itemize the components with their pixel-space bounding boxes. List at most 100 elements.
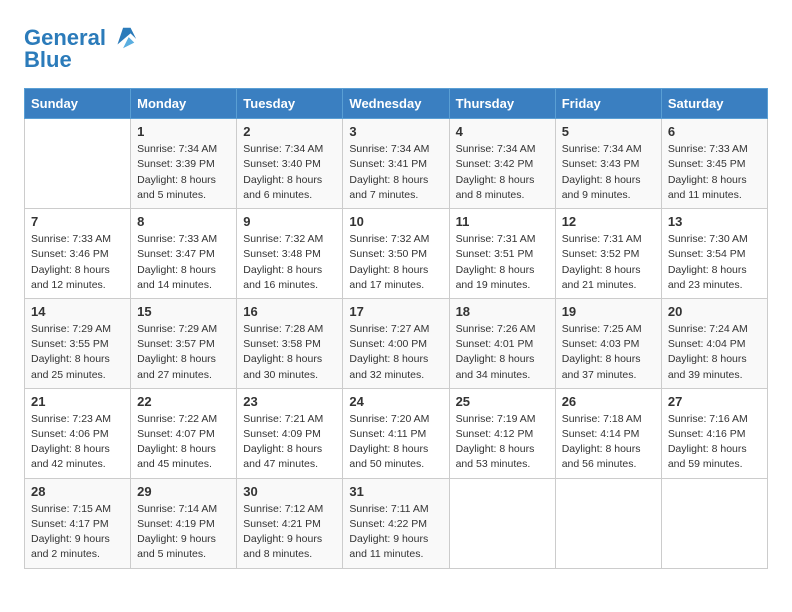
calendar-cell: 31 Sunrise: 7:11 AMSunset: 4:22 PMDayligh… — [343, 478, 449, 568]
day-number: 31 — [349, 484, 442, 499]
day-info: Sunrise: 7:11 AMSunset: 4:22 PMDaylight:… — [349, 502, 442, 563]
header: General Blue — [24, 20, 768, 72]
day-number: 19 — [562, 304, 655, 319]
day-info: Sunrise: 7:26 AMSunset: 4:01 PMDaylight:… — [456, 322, 549, 383]
calendar-week-row: 7 Sunrise: 7:33 AMSunset: 3:46 PMDaylight… — [25, 209, 768, 299]
day-number: 21 — [31, 394, 124, 409]
day-number: 29 — [137, 484, 230, 499]
day-info: Sunrise: 7:34 AMSunset: 3:43 PMDaylight:… — [562, 142, 655, 203]
calendar-cell: 18Sunrise: 7:26 AMSunset: 4:01 PMDayligh… — [449, 298, 555, 388]
day-number: 27 — [668, 394, 761, 409]
calendar-cell: 12Sunrise: 7:31 AMSunset: 3:52 PMDayligh… — [555, 209, 661, 299]
calendar-week-row: 28 Sunrise: 7:15 AMSunset: 4:17 PMDayligh… — [25, 478, 768, 568]
day-number: 13 — [668, 214, 761, 229]
day-info: Sunrise: 7:29 AMSunset: 3:57 PMDaylight:… — [137, 322, 230, 383]
day-number: 2 — [243, 124, 336, 139]
day-info: Sunrise: 7:27 AMSunset: 4:00 PMDaylight:… — [349, 322, 442, 383]
day-info: Sunrise: 7:18 AMSunset: 4:14 PMDaylight:… — [562, 412, 655, 473]
day-number: 3 — [349, 124, 442, 139]
day-number: 4 — [456, 124, 549, 139]
calendar-cell: 30 Sunrise: 7:12 AMSunset: 4:21 PMDayligh… — [237, 478, 343, 568]
day-number: 26 — [562, 394, 655, 409]
calendar-cell: 17 Sunrise: 7:27 AMSunset: 4:00 PMDayligh… — [343, 298, 449, 388]
calendar-cell: 3 Sunrise: 7:34 AMSunset: 3:41 PMDaylight… — [343, 119, 449, 209]
calendar-cell — [449, 478, 555, 568]
day-info: Sunrise: 7:33 AMSunset: 3:45 PMDaylight:… — [668, 142, 761, 203]
calendar-week-row: 21 Sunrise: 7:23 AMSunset: 4:06 PMDayligh… — [25, 388, 768, 478]
calendar-cell: 22 Sunrise: 7:22 AMSunset: 4:07 PMDayligh… — [131, 388, 237, 478]
calendar-cell: 28 Sunrise: 7:15 AMSunset: 4:17 PMDayligh… — [25, 478, 131, 568]
day-info: Sunrise: 7:19 AMSunset: 4:12 PMDaylight:… — [456, 412, 549, 473]
calendar-cell: 23 Sunrise: 7:21 AMSunset: 4:09 PMDayligh… — [237, 388, 343, 478]
logo-icon — [110, 24, 138, 52]
day-info: Sunrise: 7:15 AMSunset: 4:17 PMDaylight:… — [31, 502, 124, 563]
weekday-header-cell: Saturday — [661, 89, 767, 119]
day-number: 17 — [349, 304, 442, 319]
calendar-cell: 10Sunrise: 7:32 AMSunset: 3:50 PMDayligh… — [343, 209, 449, 299]
day-number: 14 — [31, 304, 124, 319]
day-number: 1 — [137, 124, 230, 139]
day-number: 10 — [349, 214, 442, 229]
day-info: Sunrise: 7:34 AMSunset: 3:41 PMDaylight:… — [349, 142, 442, 203]
day-number: 28 — [31, 484, 124, 499]
day-number: 5 — [562, 124, 655, 139]
day-number: 9 — [243, 214, 336, 229]
weekday-header-cell: Friday — [555, 89, 661, 119]
day-info: Sunrise: 7:32 AMSunset: 3:48 PMDaylight:… — [243, 232, 336, 293]
day-number: 24 — [349, 394, 442, 409]
day-number: 7 — [31, 214, 124, 229]
day-info: Sunrise: 7:12 AMSunset: 4:21 PMDaylight:… — [243, 502, 336, 563]
weekday-header-row: SundayMondayTuesdayWednesdayThursdayFrid… — [25, 89, 768, 119]
day-number: 8 — [137, 214, 230, 229]
calendar-cell: 25 Sunrise: 7:19 AMSunset: 4:12 PMDayligh… — [449, 388, 555, 478]
day-number: 22 — [137, 394, 230, 409]
day-number: 30 — [243, 484, 336, 499]
calendar-cell: 13 Sunrise: 7:30 AMSunset: 3:54 PMDayligh… — [661, 209, 767, 299]
calendar-cell: 4 Sunrise: 7:34 AMSunset: 3:42 PMDaylight… — [449, 119, 555, 209]
day-info: Sunrise: 7:20 AMSunset: 4:11 PMDaylight:… — [349, 412, 442, 473]
calendar-cell: 19 Sunrise: 7:25 AMSunset: 4:03 PMDayligh… — [555, 298, 661, 388]
day-number: 23 — [243, 394, 336, 409]
calendar-cell: 14 Sunrise: 7:29 AMSunset: 3:55 PMDayligh… — [25, 298, 131, 388]
calendar-cell — [661, 478, 767, 568]
calendar-cell: 6 Sunrise: 7:33 AMSunset: 3:45 PMDaylight… — [661, 119, 767, 209]
day-info: Sunrise: 7:31 AMSunset: 3:52 PMDaylight:… — [562, 232, 655, 293]
calendar-table: SundayMondayTuesdayWednesdayThursdayFrid… — [24, 88, 768, 568]
day-info: Sunrise: 7:24 AMSunset: 4:04 PMDaylight:… — [668, 322, 761, 383]
day-number: 6 — [668, 124, 761, 139]
calendar-cell: 20Sunrise: 7:24 AMSunset: 4:04 PMDayligh… — [661, 298, 767, 388]
calendar-week-row: 1 Sunrise: 7:34 AMSunset: 3:39 PMDaylight… — [25, 119, 768, 209]
weekday-header-cell: Tuesday — [237, 89, 343, 119]
calendar-cell: 9 Sunrise: 7:32 AMSunset: 3:48 PMDaylight… — [237, 209, 343, 299]
calendar-body: 1 Sunrise: 7:34 AMSunset: 3:39 PMDaylight… — [25, 119, 768, 568]
weekday-header-cell: Thursday — [449, 89, 555, 119]
calendar-cell: 5 Sunrise: 7:34 AMSunset: 3:43 PMDaylight… — [555, 119, 661, 209]
day-info: Sunrise: 7:14 AMSunset: 4:19 PMDaylight:… — [137, 502, 230, 563]
calendar-cell: 2 Sunrise: 7:34 AMSunset: 3:40 PMDaylight… — [237, 119, 343, 209]
day-info: Sunrise: 7:23 AMSunset: 4:06 PMDaylight:… — [31, 412, 124, 473]
day-info: Sunrise: 7:29 AMSunset: 3:55 PMDaylight:… — [31, 322, 124, 383]
calendar-cell: 1 Sunrise: 7:34 AMSunset: 3:39 PMDaylight… — [131, 119, 237, 209]
calendar-cell: 24 Sunrise: 7:20 AMSunset: 4:11 PMDayligh… — [343, 388, 449, 478]
day-info: Sunrise: 7:34 AMSunset: 3:39 PMDaylight:… — [137, 142, 230, 203]
day-info: Sunrise: 7:16 AMSunset: 4:16 PMDaylight:… — [668, 412, 761, 473]
day-info: Sunrise: 7:33 AMSunset: 3:46 PMDaylight:… — [31, 232, 124, 293]
calendar-cell: 11Sunrise: 7:31 AMSunset: 3:51 PMDayligh… — [449, 209, 555, 299]
day-info: Sunrise: 7:30 AMSunset: 3:54 PMDaylight:… — [668, 232, 761, 293]
day-info: Sunrise: 7:34 AMSunset: 3:40 PMDaylight:… — [243, 142, 336, 203]
calendar-cell: 27 Sunrise: 7:16 AMSunset: 4:16 PMDayligh… — [661, 388, 767, 478]
day-number: 25 — [456, 394, 549, 409]
day-info: Sunrise: 7:25 AMSunset: 4:03 PMDaylight:… — [562, 322, 655, 383]
day-info: Sunrise: 7:31 AMSunset: 3:51 PMDaylight:… — [456, 232, 549, 293]
day-info: Sunrise: 7:22 AMSunset: 4:07 PMDaylight:… — [137, 412, 230, 473]
calendar-cell — [555, 478, 661, 568]
weekday-header-cell: Sunday — [25, 89, 131, 119]
day-info: Sunrise: 7:21 AMSunset: 4:09 PMDaylight:… — [243, 412, 336, 473]
weekday-header-cell: Wednesday — [343, 89, 449, 119]
calendar-cell: 15Sunrise: 7:29 AMSunset: 3:57 PMDayligh… — [131, 298, 237, 388]
calendar-cell: 26 Sunrise: 7:18 AMSunset: 4:14 PMDayligh… — [555, 388, 661, 478]
weekday-header-cell: Monday — [131, 89, 237, 119]
day-info: Sunrise: 7:28 AMSunset: 3:58 PMDaylight:… — [243, 322, 336, 383]
calendar-cell: 29 Sunrise: 7:14 AMSunset: 4:19 PMDayligh… — [131, 478, 237, 568]
day-info: Sunrise: 7:34 AMSunset: 3:42 PMDaylight:… — [456, 142, 549, 203]
